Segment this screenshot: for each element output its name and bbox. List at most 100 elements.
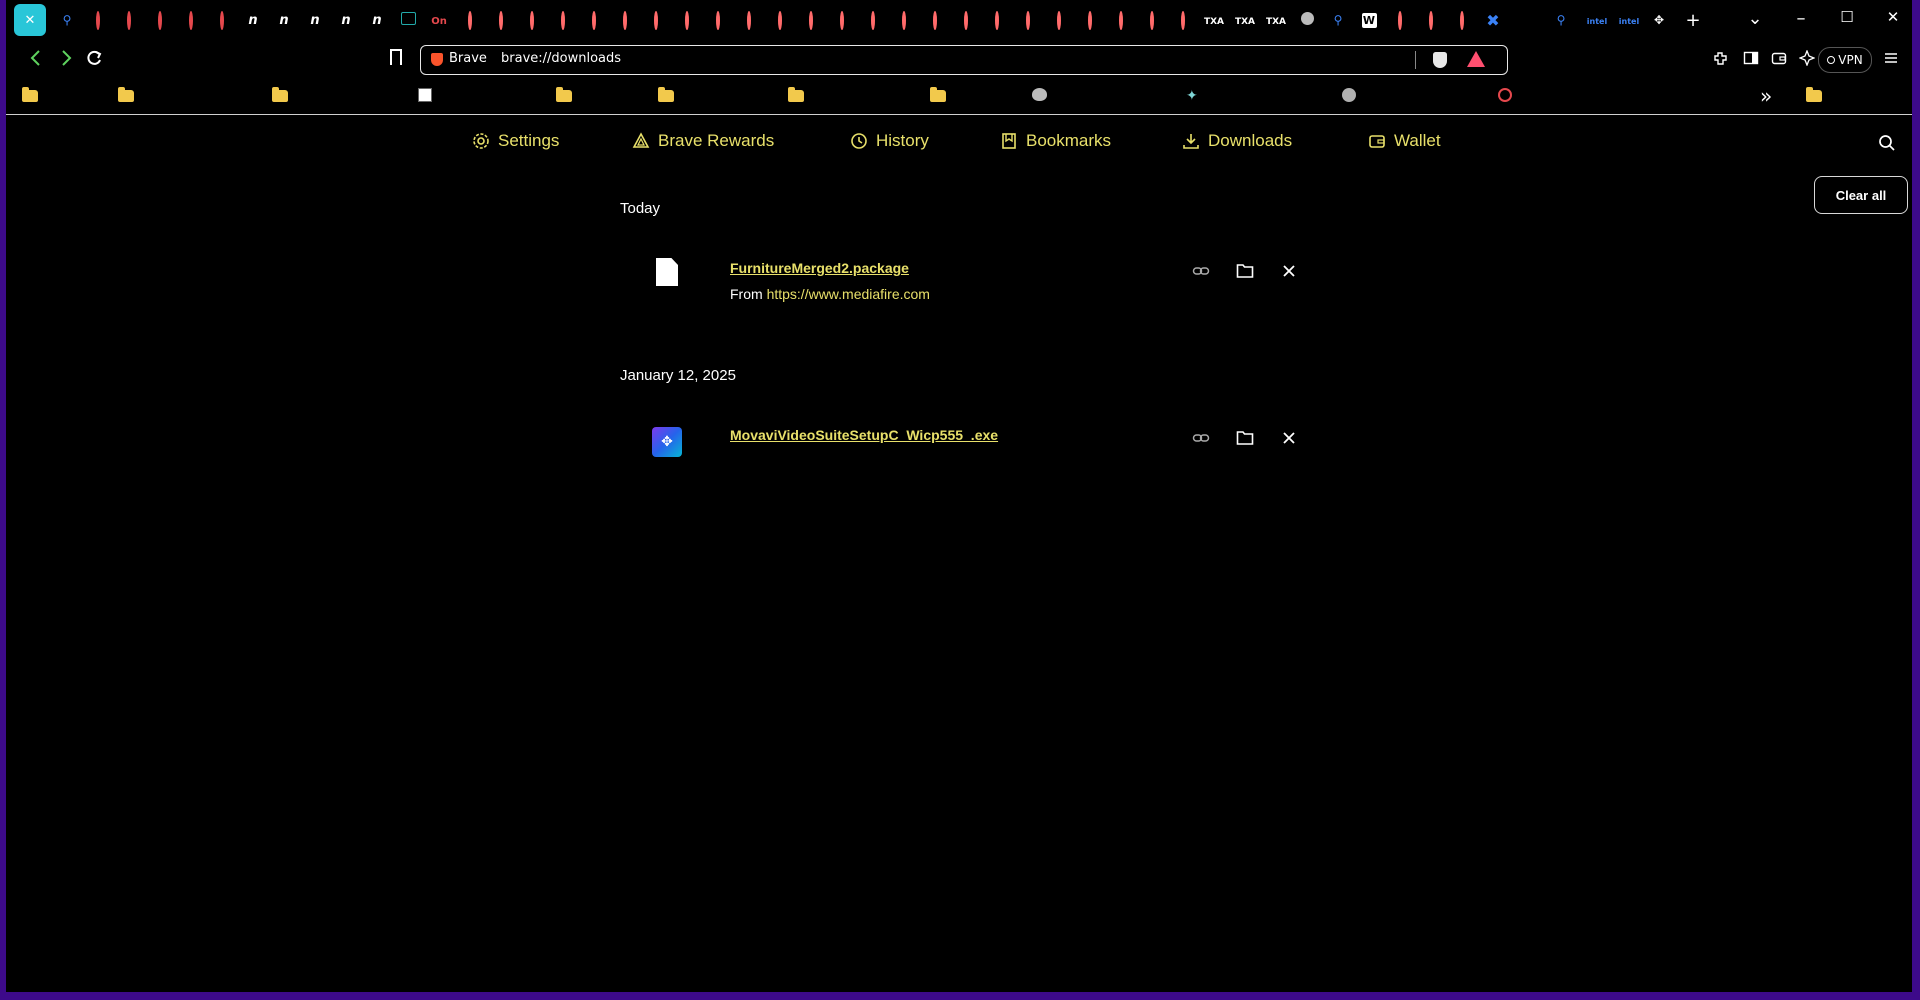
bookmark-item[interactable]: [930, 87, 946, 104]
nav-settings[interactable]: Settings: [472, 130, 559, 152]
nav-bookmarks[interactable]: Bookmarks: [1000, 130, 1111, 152]
address-bar[interactable]: Brave brave://downloads: [420, 45, 1508, 75]
tab-fire[interactable]: [581, 6, 607, 34]
tab-fire[interactable]: [984, 6, 1010, 34]
tab-fire[interactable]: [1170, 6, 1196, 34]
wallet-icon[interactable]: [1770, 50, 1788, 68]
close-window-button[interactable]: ✕: [1878, 8, 1908, 26]
copy-link-button[interactable]: [1190, 260, 1212, 282]
reload-button[interactable]: [82, 50, 106, 73]
tab-n[interactable]: n: [271, 6, 297, 34]
tab-om[interactable]: On: [426, 6, 452, 34]
download-file-link[interactable]: FurnitureMerged2.package: [730, 260, 909, 276]
tab-red-circle[interactable]: [178, 6, 204, 34]
bookmark-item[interactable]: [1032, 88, 1048, 104]
tab-n[interactable]: n: [240, 6, 266, 34]
bookmark-item[interactable]: [1498, 88, 1514, 104]
tab-fire[interactable]: [1418, 6, 1444, 34]
remove-button[interactable]: [1278, 260, 1300, 282]
back-button[interactable]: [24, 48, 48, 74]
tab-red-circle[interactable]: [85, 6, 111, 34]
remove-button[interactable]: [1278, 427, 1300, 449]
tab-n[interactable]: n: [364, 6, 390, 34]
minimize-button[interactable]: –: [1786, 8, 1816, 29]
tab-dots[interactable]: ✥: [1646, 6, 1672, 34]
tab-intel[interactable]: intel: [1616, 6, 1642, 34]
clear-all-button[interactable]: Clear all: [1814, 176, 1908, 214]
tab-new-tab[interactable]: +: [1680, 6, 1706, 34]
leo-ai-icon[interactable]: [1798, 49, 1816, 68]
tab-search[interactable]: ⚲: [54, 6, 80, 34]
maximize-button[interactable]: ☐: [1832, 8, 1862, 26]
tab-fire[interactable]: [1015, 6, 1041, 34]
bookmark-item[interactable]: [788, 87, 804, 104]
tab-fire[interactable]: [1046, 6, 1072, 34]
copy-link-button[interactable]: [1190, 427, 1212, 449]
tab-fire[interactable]: [860, 6, 886, 34]
bookmark-item[interactable]: [118, 87, 134, 104]
tab-fire[interactable]: [1077, 6, 1103, 34]
tab-red-circle[interactable]: [147, 6, 173, 34]
bookmark-page-icon[interactable]: [390, 49, 402, 65]
tab-w[interactable]: W: [1356, 6, 1382, 34]
tab-close[interactable]: ✕: [14, 4, 46, 36]
tab-fire[interactable]: [643, 6, 669, 34]
bookmark-item[interactable]: [272, 87, 288, 104]
tab-fire[interactable]: [829, 6, 855, 34]
tab-fire[interactable]: [488, 6, 514, 34]
tab-fire[interactable]: [1387, 6, 1413, 34]
tab-fire[interactable]: [922, 6, 948, 34]
brave-rewards-icon[interactable]: [1467, 51, 1485, 67]
tab-red-circle[interactable]: [116, 6, 142, 34]
nav-history[interactable]: History: [850, 130, 929, 152]
tab-tx[interactable]: TXA: [1232, 6, 1258, 34]
tab-tx[interactable]: TXA: [1263, 6, 1289, 34]
tab-x[interactable]: ✖: [1480, 6, 1506, 34]
tab-search-dropdown-icon[interactable]: ⌄: [1740, 8, 1770, 29]
nav-downloads[interactable]: Downloads: [1182, 130, 1292, 152]
search-downloads-icon[interactable]: [1878, 134, 1896, 156]
show-in-folder-button[interactable]: [1234, 260, 1256, 282]
tab-red-circle[interactable]: [209, 6, 235, 34]
tab-tx[interactable]: TXA: [1201, 6, 1227, 34]
tab-n[interactable]: n: [333, 6, 359, 34]
tab-fire[interactable]: [457, 6, 483, 34]
tab-fire[interactable]: [953, 6, 979, 34]
brave-shields-icon[interactable]: [1433, 52, 1447, 68]
tab-fire[interactable]: [705, 6, 731, 34]
tab-fire[interactable]: [1108, 6, 1134, 34]
tab-intel[interactable]: intel: [1584, 6, 1610, 34]
vpn-button[interactable]: VPN: [1818, 47, 1872, 73]
menu-icon[interactable]: [1882, 50, 1900, 68]
tab-fire[interactable]: [767, 6, 793, 34]
bookmark-item[interactable]: [22, 87, 38, 104]
tab-search[interactable]: ⚲: [1548, 6, 1574, 34]
bookmark-item[interactable]: [556, 87, 572, 104]
bookmark-item[interactable]: [1342, 88, 1358, 104]
nav-wallet[interactable]: Wallet: [1368, 130, 1441, 152]
source-link[interactable]: https://www.mediafire.com: [767, 286, 930, 302]
url-text[interactable]: brave://downloads: [501, 51, 621, 66]
tab-fire[interactable]: [674, 6, 700, 34]
bookmarks-overflow-icon[interactable]: »: [1760, 84, 1772, 108]
tab-fire[interactable]: [891, 6, 917, 34]
tab-fire[interactable]: [612, 6, 638, 34]
tab-search[interactable]: ⚲: [1325, 6, 1351, 34]
extensions-icon[interactable]: [1712, 50, 1730, 68]
tab-fire[interactable]: [519, 6, 545, 34]
tab-dark-square[interactable]: [395, 6, 421, 34]
tab-fire[interactable]: [550, 6, 576, 34]
tab-fire[interactable]: [736, 6, 762, 34]
tab-fire[interactable]: [1449, 6, 1475, 34]
forward-button[interactable]: [54, 48, 78, 74]
tab-fire[interactable]: [798, 6, 824, 34]
nav-brave-rewards[interactable]: Brave Rewards: [632, 130, 774, 152]
show-in-folder-button[interactable]: [1234, 427, 1256, 449]
bookmark-item[interactable]: ✦: [1186, 88, 1202, 104]
tab-fire[interactable]: [1139, 6, 1165, 34]
tab-n[interactable]: n: [302, 6, 328, 34]
sidebar-icon[interactable]: [1742, 50, 1760, 68]
tab-globe[interactable]: [1294, 6, 1320, 34]
download-file-link[interactable]: MovaviVideoSuiteSetupC_Wicp555_.exe: [730, 427, 998, 443]
bookmark-item[interactable]: [418, 88, 434, 104]
